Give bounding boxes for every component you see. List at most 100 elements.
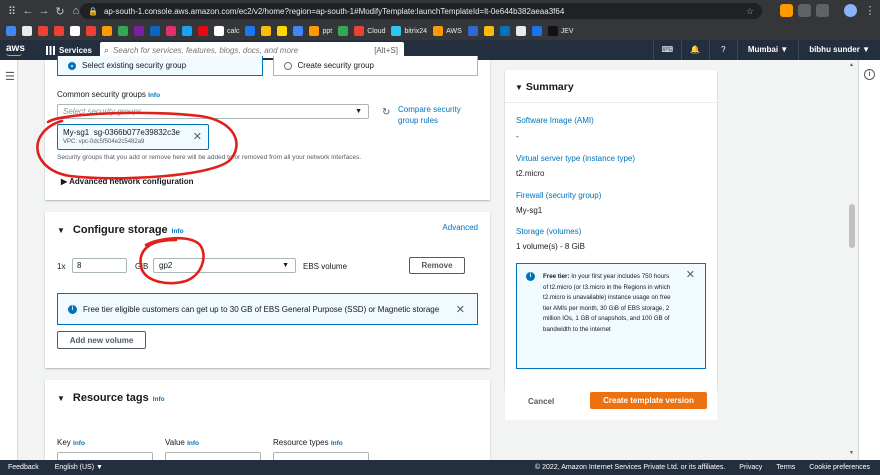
refresh-icon[interactable]: ↻ (382, 107, 390, 118)
firewall-label[interactable]: Firewall (security group) (516, 191, 601, 200)
bookmark-cloud[interactable]: Cloud (354, 26, 385, 36)
bookmark-bitrix24[interactable]: bitrix24 (391, 26, 427, 36)
language-selector[interactable]: English (US) ▼ (55, 464, 103, 471)
aws-logo[interactable]: aws (6, 43, 32, 56)
services-menu[interactable]: Services (46, 45, 92, 55)
bookmark-icon[interactable] (182, 26, 192, 36)
apps-icon[interactable]: ⠿ (4, 5, 20, 18)
bookmark-icon[interactable] (531, 26, 542, 36)
cancel-button[interactable]: Cancel (528, 397, 554, 406)
radio-existing-security-group[interactable]: Select existing security group (57, 56, 263, 76)
account-menu[interactable]: bibhu sunder ▼ (798, 40, 880, 60)
info-link[interactable]: Info (153, 396, 165, 403)
menu-icon[interactable]: ⋮ (862, 4, 878, 17)
radio-unselected-icon (283, 61, 292, 70)
apps-icon[interactable] (6, 26, 16, 36)
caret-down-icon: ▼ (57, 394, 65, 403)
bookmark-icon[interactable] (277, 26, 288, 36)
bookmark-aws[interactable]: AWS (433, 26, 462, 36)
bookmark-calc[interactable]: calc (214, 26, 239, 36)
bookmark-ppt[interactable]: ppt (309, 26, 332, 36)
cloudshell-icon[interactable]: ⌨ (652, 40, 681, 60)
instance-type-label[interactable]: Virtual server type (instance type) (516, 154, 635, 163)
address-bar[interactable]: 🔒 ap-south-1.console.aws.amazon.com/ec2/… (80, 3, 762, 19)
bell-icon[interactable]: 🔔 (680, 40, 709, 60)
add-volume-button[interactable]: Add new volume (57, 331, 146, 349)
forward-icon[interactable]: → (36, 5, 52, 17)
resource-tags-panel: ▼ Resource tags Info Key Info Value Info… (45, 380, 490, 467)
bookmark-icon[interactable] (70, 26, 80, 36)
extension-icon[interactable] (816, 4, 829, 17)
extension-icon[interactable] (780, 4, 793, 17)
ami-label[interactable]: Software Image (AMI) (516, 116, 594, 125)
page-scrollbar[interactable]: ▲ ▼ (845, 60, 857, 460)
bookmark-icon[interactable] (499, 26, 510, 36)
region-selector[interactable]: Mumbai ▼ (736, 40, 798, 60)
search-input[interactable] (113, 45, 374, 55)
cookie-preferences-link[interactable]: Cookie preferences (809, 464, 870, 471)
info-link[interactable]: Info (172, 228, 184, 235)
remove-token-icon[interactable]: ✕ (193, 130, 202, 143)
scroll-down-icon[interactable]: ▼ (849, 450, 854, 456)
bookmark-icon[interactable] (150, 26, 160, 36)
volume-type-select[interactable]: gp2 ▼ (153, 258, 296, 273)
bookmark-icon[interactable] (102, 26, 112, 36)
bookmark-icon[interactable] (86, 26, 96, 36)
bookmark-jev[interactable]: JEV (547, 26, 574, 36)
advanced-network-expander[interactable]: ▶ Advanced network configuration (61, 177, 194, 186)
help-rail: i (858, 60, 880, 460)
storage-label[interactable]: Storage (volumes) (516, 227, 581, 236)
compare-rules-link[interactable]: Compare security group rules (398, 104, 478, 126)
resource-tags-heading[interactable]: ▼ Resource tags Info (57, 392, 165, 404)
hamburger-icon[interactable]: ☰ (5, 70, 15, 83)
search-shortcut: [Alt+S] (374, 45, 398, 55)
extension-icon[interactable] (798, 4, 811, 17)
bookmark-icon[interactable] (166, 26, 176, 36)
bookmark-icon[interactable] (467, 26, 478, 36)
scroll-up-icon[interactable]: ▲ (849, 62, 854, 68)
col-value: Value Info (165, 438, 200, 447)
terms-link[interactable]: Terms (776, 464, 795, 471)
caret-right-icon: ▶ (61, 177, 68, 186)
security-group-hint: Security groups that you add or remove h… (57, 154, 362, 161)
configure-storage-panel: ▼ Configure storage Info Advanced 1x 8 G… (45, 212, 490, 368)
bookmark-icon[interactable] (134, 26, 144, 36)
back-icon[interactable]: ← (20, 5, 36, 17)
bookmark-icon[interactable] (483, 26, 494, 36)
info-icon[interactable]: i (864, 69, 875, 80)
security-groups-select[interactable]: Select security groups ▼ (57, 104, 369, 119)
bookmark-icon[interactable] (245, 26, 256, 36)
summary-heading[interactable]: ▼ Summary (515, 81, 574, 93)
bookmark-icon[interactable] (261, 26, 272, 36)
feedback-link[interactable]: Feedback (8, 464, 39, 471)
bookmark-icon[interactable] (338, 26, 349, 36)
bookmark-icon[interactable] (198, 26, 208, 36)
caret-down-icon: ▼ (355, 108, 362, 115)
bookmark-icon[interactable] (515, 26, 526, 36)
dismiss-icon[interactable]: ✕ (456, 303, 465, 316)
bookmark-icon[interactable] (293, 26, 304, 36)
help-icon[interactable]: ? (708, 40, 737, 60)
bookmark-star-icon[interactable]: ☆ (746, 6, 754, 17)
search-icon: ⌕ (104, 44, 110, 55)
dismiss-icon[interactable]: ✕ (686, 270, 695, 281)
bookmark-icon[interactable] (118, 26, 128, 36)
storage-heading[interactable]: ▼ Configure storage Info (57, 224, 184, 236)
volume-size-input[interactable]: 8 (72, 258, 127, 273)
info-link[interactable]: Info (148, 92, 160, 99)
bookmark-icon[interactable] (54, 26, 64, 36)
privacy-link[interactable]: Privacy (739, 464, 762, 471)
copyright: © 2022, Amazon Internet Services Private… (535, 464, 726, 471)
radio-create-security-group[interactable]: Create security group (272, 56, 478, 76)
reload-icon[interactable]: ↻ (52, 5, 68, 18)
remove-volume-button[interactable]: Remove (409, 257, 465, 274)
scrollbar-thumb[interactable] (849, 204, 855, 248)
bookmark-icon[interactable] (22, 26, 32, 36)
profile-avatar[interactable] (844, 4, 857, 17)
bookmarks-bar: calc ppt Cloud bitrix24 AWS JEV (0, 22, 880, 40)
advanced-link[interactable]: Advanced (442, 223, 478, 232)
create-template-version-button[interactable]: Create template version (590, 392, 707, 409)
bookmark-icon[interactable] (38, 26, 48, 36)
console-footer: Feedback English (US) ▼ © 2022, Amazon I… (0, 460, 880, 475)
security-group-mode: Select existing security group Create se… (57, 56, 478, 76)
